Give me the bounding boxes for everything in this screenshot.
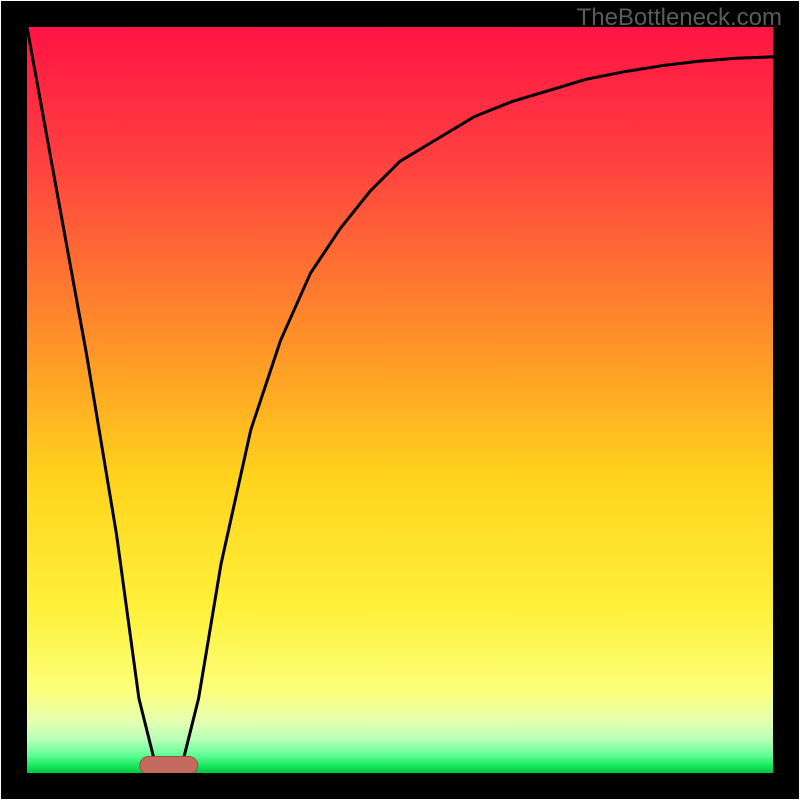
- chart-container: TheBottleneck.com: [0, 0, 800, 800]
- bottleneck-chart: [0, 0, 800, 800]
- attribution-label: TheBottleneck.com: [577, 4, 782, 32]
- optimal-point-marker: [140, 757, 198, 775]
- plot-background: [27, 27, 773, 773]
